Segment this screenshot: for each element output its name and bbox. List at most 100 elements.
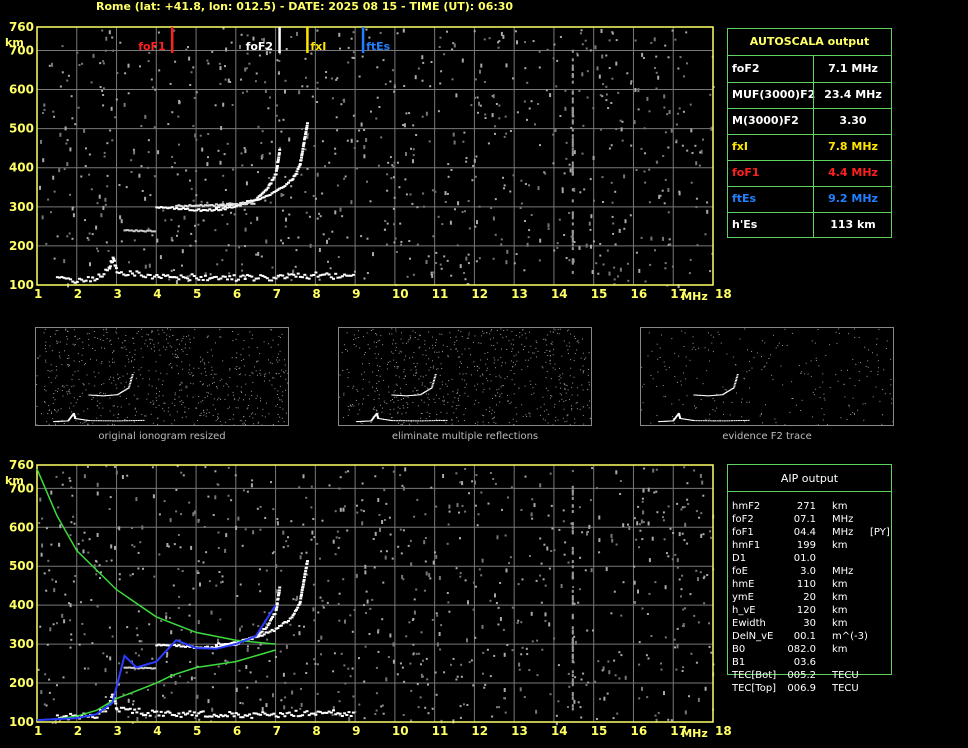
noise-dot	[571, 216, 574, 220]
noise-dot	[227, 466, 230, 469]
noise-dot	[316, 29, 319, 32]
noise-dot	[255, 253, 258, 256]
noise-dot	[380, 404, 381, 406]
noise-dot	[274, 656, 277, 658]
noise-dot	[334, 147, 337, 150]
noise-dot	[775, 422, 777, 424]
noise-dot	[130, 360, 132, 362]
noise-dot	[150, 78, 153, 81]
noise-dot	[51, 578, 54, 581]
noise-dot	[866, 375, 868, 377]
noise-dot	[456, 393, 458, 394]
noise-dot	[79, 396, 81, 398]
noise-dot	[805, 362, 807, 364]
noise-dot	[112, 358, 114, 360]
noise-dot	[810, 360, 812, 362]
noise-dot	[243, 365, 245, 367]
noise-dot	[284, 696, 287, 699]
noise-dot	[175, 510, 178, 513]
noise-dot	[313, 658, 316, 661]
y-tick-label: 760	[9, 20, 34, 34]
noise-dot	[491, 113, 494, 118]
noise-dot	[376, 365, 378, 367]
noise-dot	[186, 336, 187, 338]
noise-dot	[455, 678, 458, 681]
noise-dot	[247, 405, 249, 406]
noise-dot	[351, 405, 353, 407]
noise-dot	[355, 573, 358, 578]
noise-dot	[500, 238, 503, 241]
x-tick-label: 3	[114, 287, 122, 301]
noise-dot	[66, 79, 69, 82]
noise-dot	[213, 373, 215, 375]
noise-dot	[400, 351, 402, 353]
noise-dot	[447, 356, 449, 358]
noise-dot	[202, 561, 205, 564]
noise-dot	[353, 339, 355, 341]
noise-dot	[276, 394, 278, 395]
noise-dot	[239, 397, 241, 399]
noise-dot	[186, 354, 188, 355]
noise-dot	[183, 335, 185, 337]
noise-dot	[316, 217, 319, 220]
noise-dot	[571, 238, 574, 242]
noise-dot	[196, 694, 199, 699]
noise-dot	[699, 151, 702, 154]
noise-dot	[295, 249, 298, 252]
noise-dot	[480, 342, 482, 344]
noise-dot	[106, 655, 108, 658]
noise-dot	[440, 624, 443, 627]
noise-dot	[553, 328, 555, 330]
noise-dot	[547, 334, 549, 336]
noise-dot	[774, 418, 776, 420]
noise-dot	[257, 625, 260, 628]
noise-dot	[358, 657, 360, 660]
noise-dot	[202, 384, 203, 386]
noise-dot	[501, 385, 503, 387]
noise-dot	[375, 117, 378, 120]
noise-dot	[256, 395, 258, 397]
noise-dot	[651, 350, 653, 352]
noise-dot	[237, 333, 239, 335]
ionogram-traces	[55, 560, 355, 721]
noise-dot	[489, 675, 492, 678]
noise-dot	[502, 628, 505, 631]
noise-dot	[532, 387, 534, 389]
trace-point	[700, 420, 703, 422]
noise-dot	[456, 405, 458, 406]
noise-dot	[689, 593, 692, 596]
noise-dot	[498, 388, 500, 390]
noise-dot	[617, 275, 619, 278]
noise-dot	[367, 395, 369, 396]
noise-dot	[560, 584, 563, 588]
noise-dot	[474, 636, 477, 639]
noise-dot	[282, 242, 284, 245]
noise-dot	[393, 176, 395, 179]
noise-dot	[452, 132, 455, 137]
noise-dot	[535, 709, 538, 714]
noise-dot	[428, 347, 430, 349]
noise-dot	[664, 636, 667, 639]
noise-dot	[283, 705, 286, 710]
noise-dot	[61, 385, 63, 387]
noise-dot	[109, 365, 111, 367]
noise-dot	[397, 406, 399, 408]
noise-dot	[749, 360, 750, 362]
noise-dot	[110, 106, 113, 111]
noise-dot	[708, 418, 710, 420]
noise-dot	[439, 333, 441, 335]
x-tick-label: 5	[193, 287, 201, 301]
trace-point	[186, 712, 190, 715]
noise-dot	[574, 640, 577, 645]
noise-dot	[487, 142, 490, 145]
noise-dot	[571, 589, 574, 593]
noise-dot	[483, 415, 485, 417]
noise-dot	[622, 581, 625, 584]
noise-dot	[271, 552, 274, 555]
noise-dot	[444, 191, 447, 196]
noise-dot	[571, 137, 574, 141]
noise-dot	[433, 365, 434, 367]
noise-dot	[603, 696, 606, 701]
noise-dot	[427, 712, 430, 715]
noise-dot	[61, 419, 63, 421]
